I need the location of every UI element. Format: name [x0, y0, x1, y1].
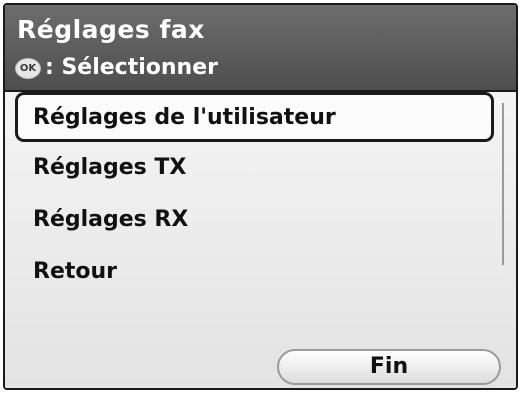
- fax-settings-screen: Réglages fax OK : Sélectionner Réglages …: [3, 3, 518, 390]
- menu-item-label: Réglages de l'utilisateur: [33, 105, 336, 130]
- scrollbar[interactable]: [502, 103, 504, 265]
- screen-header: Réglages fax OK : Sélectionner: [5, 5, 516, 92]
- menu-item-label: Réglages TX: [33, 155, 187, 180]
- menu-item-user-settings[interactable]: Réglages de l'utilisateur: [15, 92, 494, 142]
- menu-item-tx-settings[interactable]: Réglages TX: [15, 146, 494, 190]
- screen-title: Réglages fax: [17, 15, 205, 44]
- menu-item-rx-settings[interactable]: Réglages RX: [15, 198, 494, 242]
- menu-item-label: Retour: [33, 259, 118, 284]
- select-hint-text: : Sélectionner: [45, 55, 218, 80]
- fin-button[interactable]: Fin: [277, 349, 501, 385]
- ok-button-icon: OK: [15, 58, 41, 79]
- menu-item-label: Réglages RX: [33, 207, 189, 232]
- menu-item-back[interactable]: Retour: [15, 250, 494, 294]
